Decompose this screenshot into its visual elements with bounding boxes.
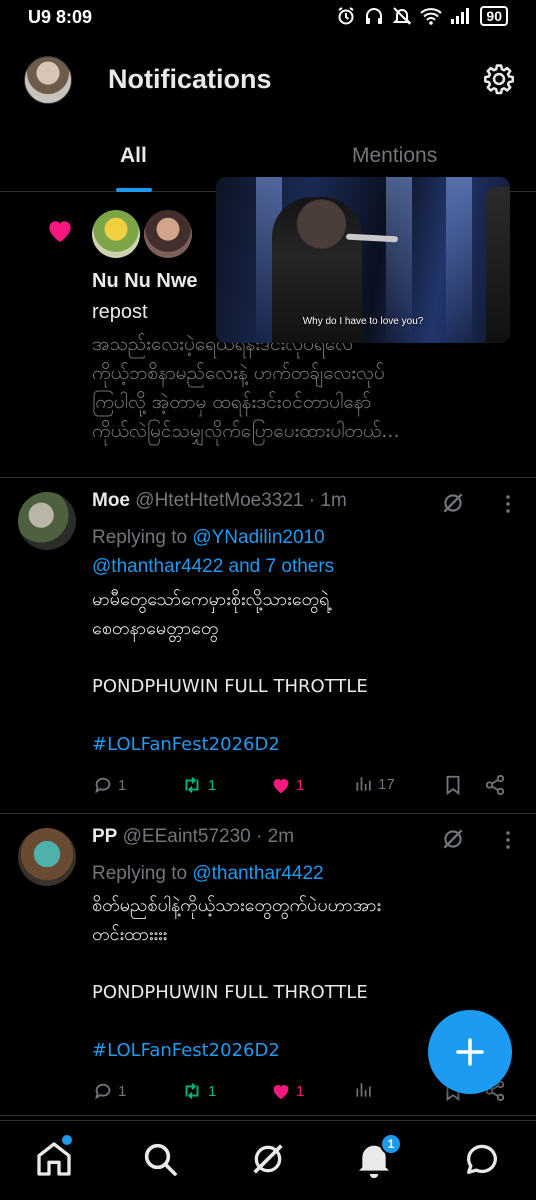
repost-button[interactable]: 1 xyxy=(180,774,216,796)
replying-to: Replying to @thanthar4422 xyxy=(92,859,512,888)
search-icon[interactable] xyxy=(140,1139,180,1179)
liker-avatar[interactable] xyxy=(144,210,192,258)
liker-name[interactable]: Nu Nu Nwe xyxy=(92,270,198,293)
tweet-time: · 2m xyxy=(256,826,295,847)
gear-icon[interactable] xyxy=(482,62,516,96)
tweet-hashtag[interactable]: #LOLFanFest2026D2 xyxy=(92,734,280,755)
grok-icon[interactable] xyxy=(248,1139,288,1179)
views-button[interactable]: 17 xyxy=(354,774,395,794)
tweet-actions: 1 1 1 17 xyxy=(92,774,520,804)
heart-icon xyxy=(273,1085,289,1100)
grok-icon[interactable] xyxy=(440,490,466,516)
tweet-body-text: မာမီတွေသော်ကေမှားစိုးလို့သားတွေရဲ့ စေတနာ… xyxy=(92,589,368,697)
like-count: 1 xyxy=(296,1082,305,1100)
tab-all[interactable]: All xyxy=(120,144,147,168)
analytics-icon xyxy=(356,777,371,791)
page-title: Notifications xyxy=(108,64,272,94)
reply-count: 1 xyxy=(118,1082,127,1100)
bottom-nav: 1 xyxy=(0,1120,536,1200)
battery-indicator: 90 xyxy=(480,6,508,26)
replying-to-mentions[interactable]: @thanthar4422 xyxy=(192,863,323,884)
heart-icon xyxy=(273,779,289,794)
views-count: 17 xyxy=(378,775,395,793)
status-bar: U9 8:09 90 xyxy=(0,0,536,36)
repost-button[interactable]: 1 xyxy=(180,1080,216,1102)
like-button[interactable]: 1 xyxy=(270,1080,304,1102)
tweet-header: Moe @HtetHtetMoe3321 · 1m xyxy=(92,490,347,512)
like-button[interactable]: 1 xyxy=(270,774,304,796)
compose-button[interactable] xyxy=(428,1010,512,1094)
tweet-handle[interactable]: @HtetHtetMoe3321 xyxy=(135,490,303,511)
tweet-handle[interactable]: @EEaint57230 xyxy=(123,826,251,847)
home-unread-dot xyxy=(62,1135,72,1145)
repost-count: 1 xyxy=(208,1082,217,1100)
liker-avatar[interactable] xyxy=(92,210,140,258)
mute-icon xyxy=(393,7,412,25)
signal-icon xyxy=(451,8,470,24)
tweet[interactable]: Moe @HtetHtetMoe3321 · 1m Replying to @Y… xyxy=(0,478,536,814)
more-options-icon[interactable] xyxy=(496,492,520,516)
tab-mentions[interactable]: Mentions xyxy=(352,144,437,168)
tweet-header: PP @EEaint57230 · 2m xyxy=(92,826,294,848)
views-button[interactable] xyxy=(354,1080,378,1100)
share-button[interactable] xyxy=(484,774,506,796)
home-icon[interactable] xyxy=(34,1139,74,1179)
avatar[interactable] xyxy=(18,492,76,550)
reply-count: 1 xyxy=(118,776,127,794)
replying-to-prefix: Replying to xyxy=(92,527,193,548)
repost-icon xyxy=(185,777,199,793)
wifi-icon xyxy=(420,8,443,25)
profile-avatar[interactable] xyxy=(24,56,72,104)
like-count: 1 xyxy=(296,776,305,794)
share-icon xyxy=(485,774,505,796)
bookmark-icon xyxy=(446,775,460,796)
heart-icon xyxy=(49,221,71,242)
replying-to: Replying to @YNadilin2010 @thanthar4422 … xyxy=(92,523,512,581)
more-options-icon[interactable] xyxy=(496,828,520,852)
notification-count-badge: 1 xyxy=(380,1133,402,1155)
reply-button[interactable]: 1 xyxy=(92,774,126,796)
reply-icon xyxy=(95,777,111,794)
avatar[interactable] xyxy=(18,828,76,886)
tweet-body-text: စိတ်မညစ်ပါနဲ့ကိုယ့်သားတွေတွက်ပဲပဟာအား တင… xyxy=(92,895,382,1003)
messages-icon[interactable] xyxy=(462,1139,502,1179)
status-icons: 90 xyxy=(336,6,508,26)
tweet-time: · 1m xyxy=(308,490,347,511)
tweet-hashtag[interactable]: #LOLFanFest2026D2 xyxy=(92,1040,280,1061)
notification-action: repost xyxy=(92,301,148,323)
plus-icon xyxy=(456,1038,484,1066)
status-time: U9 8:09 xyxy=(28,7,93,27)
analytics-icon xyxy=(356,1083,371,1097)
video-caption: Why do I have to love you? xyxy=(302,316,424,327)
alarm-icon xyxy=(338,7,354,25)
grok-icon[interactable] xyxy=(440,826,466,852)
headphones-icon xyxy=(366,8,383,24)
liked-post-text[interactable]: အသည်းလေးပဲ့ရေယံရန်းဒင်းလိုပ်ရလေဲ ကိုယ့်ဘ… xyxy=(92,330,518,460)
tweet-author-name[interactable]: PP xyxy=(92,826,117,847)
tweet-text: မာမီတွေသော်ကေမှားစိုးလို့သားတွေရဲ့ စေတနာ… xyxy=(92,585,518,759)
repost-icon xyxy=(185,1083,199,1099)
replying-to-prefix: Replying to xyxy=(92,863,193,884)
reply-button[interactable]: 1 xyxy=(92,1080,126,1102)
bookmark-button[interactable] xyxy=(442,774,464,796)
tweet-author-name[interactable]: Moe xyxy=(92,490,130,511)
video-overlay[interactable]: Why do I have to love you? xyxy=(216,177,510,343)
reply-icon xyxy=(95,1083,111,1100)
header: Notifications xyxy=(0,48,536,112)
repost-count: 1 xyxy=(208,776,217,794)
